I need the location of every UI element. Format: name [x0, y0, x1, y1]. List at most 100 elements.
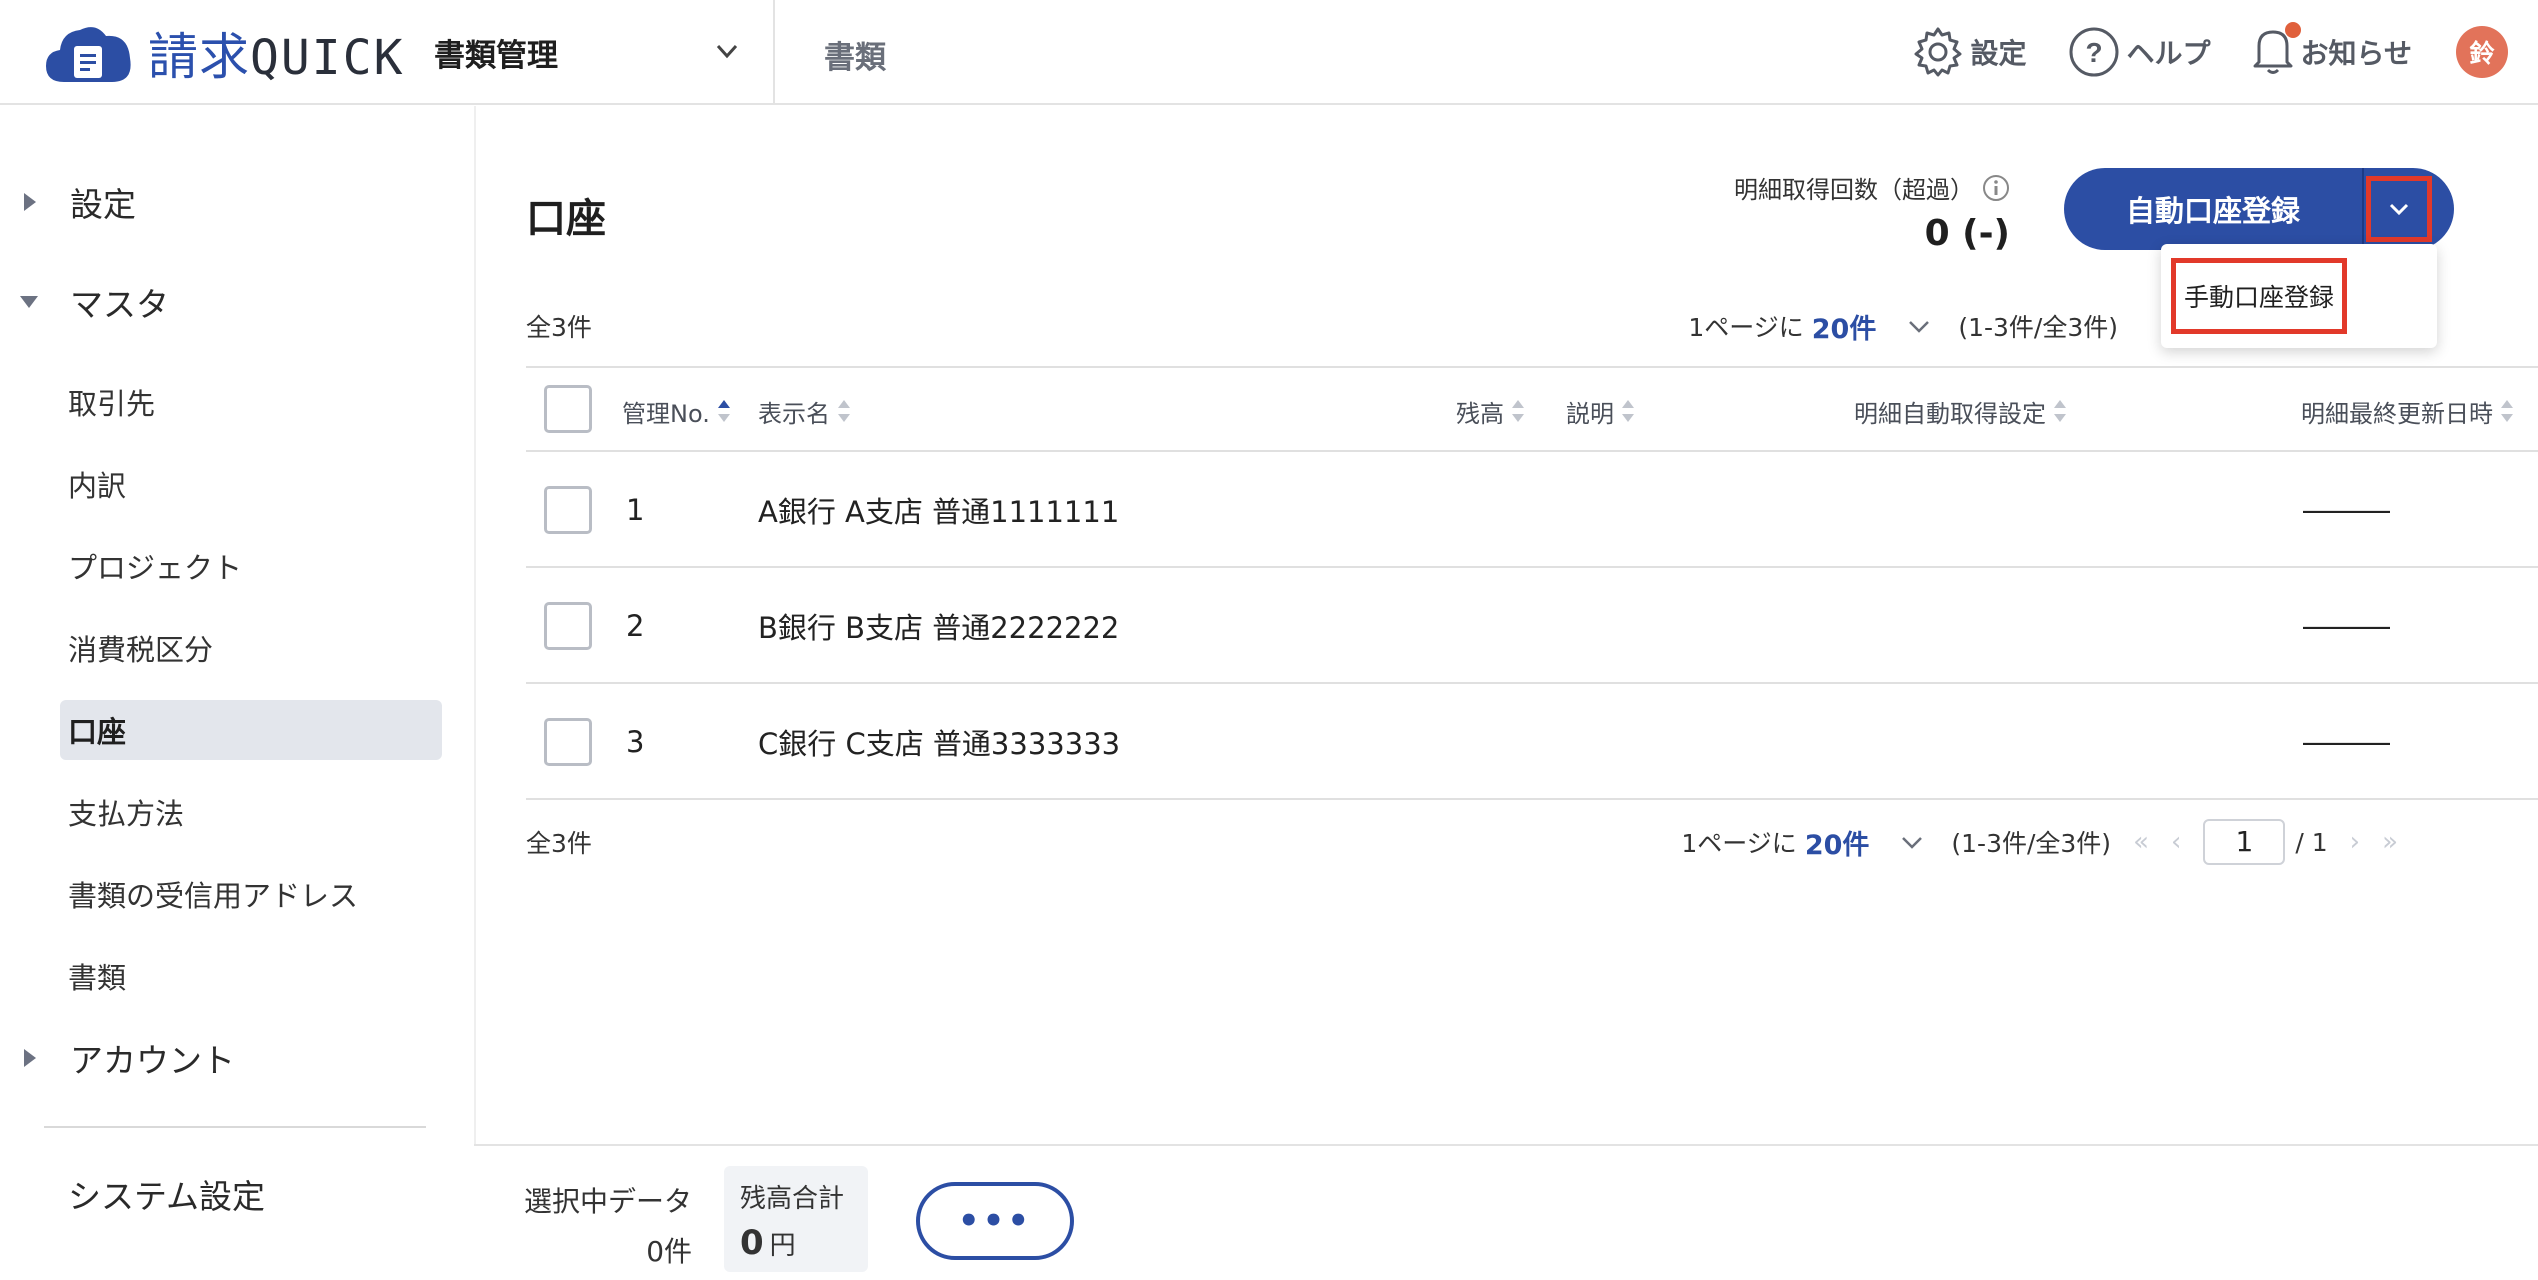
auto-register-account-button[interactable]: 自動口座登録: [2064, 168, 2362, 250]
sidebar-item-documents[interactable]: 書類: [60, 946, 442, 1006]
sidebar-item-clients[interactable]: 取引先: [60, 372, 442, 432]
quota-label-row: 明細取得回数（超過）: [1734, 170, 2010, 205]
column-label: 表示名: [758, 399, 830, 428]
sidebar-item-projects[interactable]: プロジェクト: [60, 536, 442, 596]
app-logo[interactable]: 請求QUICK: [42, 20, 405, 86]
table-row[interactable]: 1 A銀行 A支店 普通1111111 ―――: [526, 452, 2538, 568]
selected-data-summary: 選択中データ 0件: [524, 1180, 692, 1270]
range-text: (1-3件/全3件): [1958, 313, 2118, 342]
column-label: 残高: [1456, 399, 1504, 428]
column-header-name[interactable]: 表示名: [758, 368, 850, 454]
chevron-down-icon[interactable]: [1906, 313, 1932, 339]
module-selector[interactable]: 書類管理: [434, 0, 774, 105]
sidebar-divider: [44, 1126, 426, 1128]
header-divider: [773, 0, 775, 105]
sidebar-group-master[interactable]: マスタ: [0, 272, 474, 332]
sidebar-item-accounts[interactable]: 口座: [60, 700, 442, 760]
balance-total-summary: 残高合計 0円: [724, 1166, 868, 1272]
row-checkbox[interactable]: [544, 718, 592, 766]
total-count: 全3件: [526, 829, 592, 858]
table-row[interactable]: 2 B銀行 B支店 普通2222222 ―――: [526, 568, 2538, 684]
gear-icon: [1914, 27, 1962, 77]
per-page-select[interactable]: 20件: [1805, 823, 1870, 862]
first-page-icon[interactable]: «: [2133, 827, 2149, 857]
column-header-no[interactable]: 管理No.: [622, 368, 730, 454]
sidebar-system-settings[interactable]: システム設定: [68, 1170, 265, 1218]
balance-total-label: 残高合計: [740, 1184, 845, 1214]
pagination-top: 1ページに 20件 (1-3件/全3件): [1688, 307, 2118, 346]
sidebar-item-receiving-address[interactable]: 書類の受信用アドレス: [60, 864, 442, 924]
row-checkbox[interactable]: [544, 486, 592, 534]
quota-value: 0 (-): [1924, 213, 2010, 254]
more-dots-icon: •••: [957, 1201, 1033, 1241]
per-page-select[interactable]: 20件: [1812, 307, 1877, 346]
balance-total-value: 0円: [740, 1223, 852, 1263]
selected-data-label: 選択中データ: [524, 1185, 693, 1218]
table-row[interactable]: 3 C銀行 C支店 普通3333333 ―――: [526, 684, 2538, 800]
help-label: ヘルプ: [2126, 37, 2211, 70]
cell-no: 2: [626, 609, 645, 643]
balance-total-amount: 0: [740, 1223, 764, 1263]
table-toolbar-bottom: 全3件 1ページに 20件 (1-3件/全3件) « ‹ 1 / 1 › »: [526, 819, 2518, 865]
register-options-toggle[interactable]: [2366, 176, 2432, 242]
cell-last-updated: ―――: [2303, 493, 2390, 527]
split-button-separator: [2362, 168, 2364, 250]
manual-register-account-option[interactable]: 手動口座登録: [2171, 258, 2347, 334]
caret-right-icon: [24, 193, 36, 211]
notifications-button[interactable]: お知らせ: [2251, 21, 2412, 83]
column-header-auto-fetch[interactable]: 明細自動取得設定: [1854, 368, 2066, 454]
sidebar-item-breakdown[interactable]: 内訳: [60, 454, 442, 514]
sidebar-item-payment-methods[interactable]: 支払方法: [60, 782, 442, 842]
register-options-dropdown: 手動口座登録: [2161, 244, 2437, 348]
sidebar-group-account[interactable]: アカウント: [0, 1028, 474, 1088]
breadcrumb[interactable]: 書類: [824, 32, 886, 77]
settings-label: 設定: [1970, 37, 2027, 70]
pagination-bottom: 1ページに 20件 (1-3件/全3件) « ‹ 1 / 1 › »: [1681, 819, 2398, 865]
page-total: / 1: [2295, 827, 2328, 857]
sidebar-item-tax-category[interactable]: 消費税区分: [60, 618, 442, 678]
row-checkbox[interactable]: [544, 602, 592, 650]
sidebar-group-label: アカウント: [70, 1041, 235, 1080]
cell-name[interactable]: C銀行 C支店 普通3333333: [758, 684, 1120, 800]
settings-button[interactable]: 設定: [1911, 25, 2027, 79]
sort-icon: [1512, 400, 1524, 422]
sort-icon: [2054, 400, 2066, 422]
header-actions: 設定 ? ヘルプ お知らせ 鈴: [1871, 20, 2508, 84]
column-label: 説明: [1566, 399, 1614, 428]
cell-name[interactable]: A銀行 A支店 普通1111111: [758, 452, 1119, 568]
next-page-icon[interactable]: ›: [2350, 827, 2360, 857]
cell-name[interactable]: B銀行 B支店 普通2222222: [758, 568, 1119, 684]
help-button[interactable]: ? ヘルプ: [2067, 25, 2211, 79]
app-name-jp: 請求: [148, 28, 250, 86]
cell-no: 1: [626, 493, 645, 527]
chevron-down-icon: [716, 44, 738, 59]
caret-down-icon: [20, 296, 38, 308]
column-header-balance[interactable]: 残高: [1456, 368, 1524, 454]
sidebar-group-label: マスタ: [70, 285, 169, 324]
chevron-down-icon[interactable]: [1899, 829, 1925, 855]
app-name: 請求QUICK: [148, 17, 405, 89]
cell-no: 3: [626, 725, 645, 759]
column-label: 明細最終更新日時: [2301, 399, 2493, 428]
sort-icon: [1622, 400, 1634, 422]
page-number-input[interactable]: 1: [2203, 819, 2286, 865]
help-circle-icon: ?: [2069, 27, 2119, 77]
sidebar-group-settings[interactable]: 設定: [0, 172, 474, 232]
sidebar: 設定 マスタ 取引先 内訳 プロジェクト 消費税区分 口座 支払方法 書類の受信…: [0, 106, 474, 1280]
column-header-description[interactable]: 説明: [1566, 368, 1634, 454]
more-actions-button[interactable]: •••: [916, 1182, 1074, 1260]
selection-footer: 選択中データ 0件 残高合計 0円 •••: [474, 1144, 2538, 1280]
avatar[interactable]: 鈴: [2456, 26, 2508, 78]
sort-icon: [2501, 400, 2513, 422]
sidebar-group-label: 設定: [70, 185, 136, 224]
column-label: 管理No.: [622, 399, 710, 428]
range-text: (1-3件/全3件): [1951, 829, 2112, 858]
last-page-icon[interactable]: »: [2382, 827, 2398, 857]
column-header-last-updated[interactable]: 明細最終更新日時: [2301, 368, 2513, 454]
sort-ascending-icon: [717, 400, 730, 422]
info-icon[interactable]: [1982, 174, 2010, 202]
module-selector-label: 書類管理: [434, 38, 558, 74]
prev-page-icon[interactable]: ‹: [2171, 827, 2181, 857]
select-all-checkbox[interactable]: [544, 385, 592, 433]
cell-last-updated: ―――: [2303, 725, 2390, 759]
